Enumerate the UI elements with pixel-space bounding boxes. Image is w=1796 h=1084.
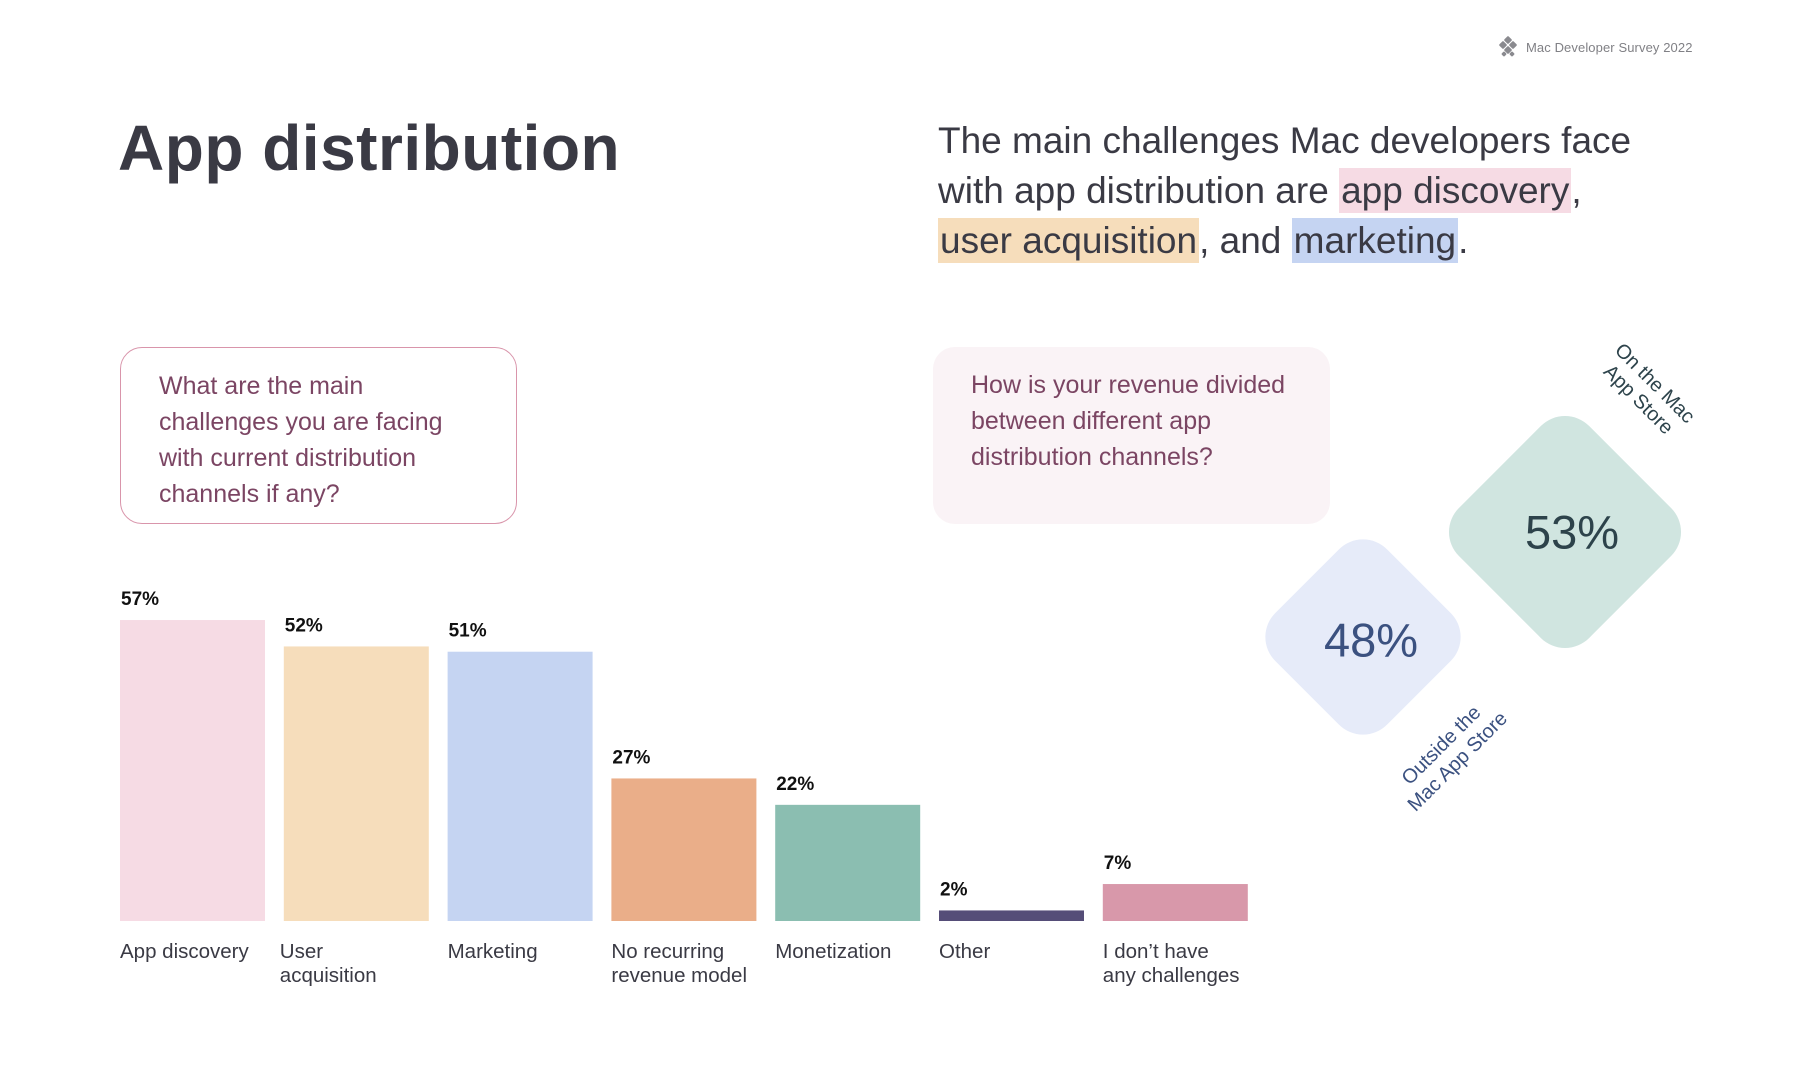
bar-5 (939, 910, 1084, 921)
bar-category-label: revenue model (611, 964, 747, 987)
bar-category-label: I don’t have (1103, 940, 1209, 963)
bar-6 (1102, 884, 1248, 921)
bar-value-label: 51% (449, 621, 487, 642)
bar-0 (120, 620, 265, 921)
bar-value-label: 7% (1104, 853, 1132, 874)
bar-value-label: 2% (940, 879, 968, 900)
bar-category-label: acquisition (280, 964, 377, 987)
bar-category-label: App discovery (120, 940, 250, 963)
on-app-store-value: 53% (1524, 505, 1620, 559)
bar-value-label: 22% (776, 774, 814, 795)
bar-category-label: Other (939, 940, 990, 963)
bar-category-label: Marketing (448, 940, 538, 963)
bar-category-label: Monetization (775, 940, 891, 963)
bar-value-label: 57% (121, 589, 159, 610)
bar-category-label: User (280, 940, 323, 963)
bar-value-label: 52% (285, 615, 323, 636)
bar-category-label: No recurring (611, 940, 724, 963)
bar-1 (283, 646, 429, 921)
bar-3 (611, 778, 757, 921)
bar-4 (775, 804, 921, 921)
bar-category-label: any challenges (1103, 964, 1240, 987)
bar-value-label: 27% (612, 747, 650, 768)
bar-2 (447, 651, 593, 921)
outside-app-store-value: 48% (1323, 613, 1419, 667)
